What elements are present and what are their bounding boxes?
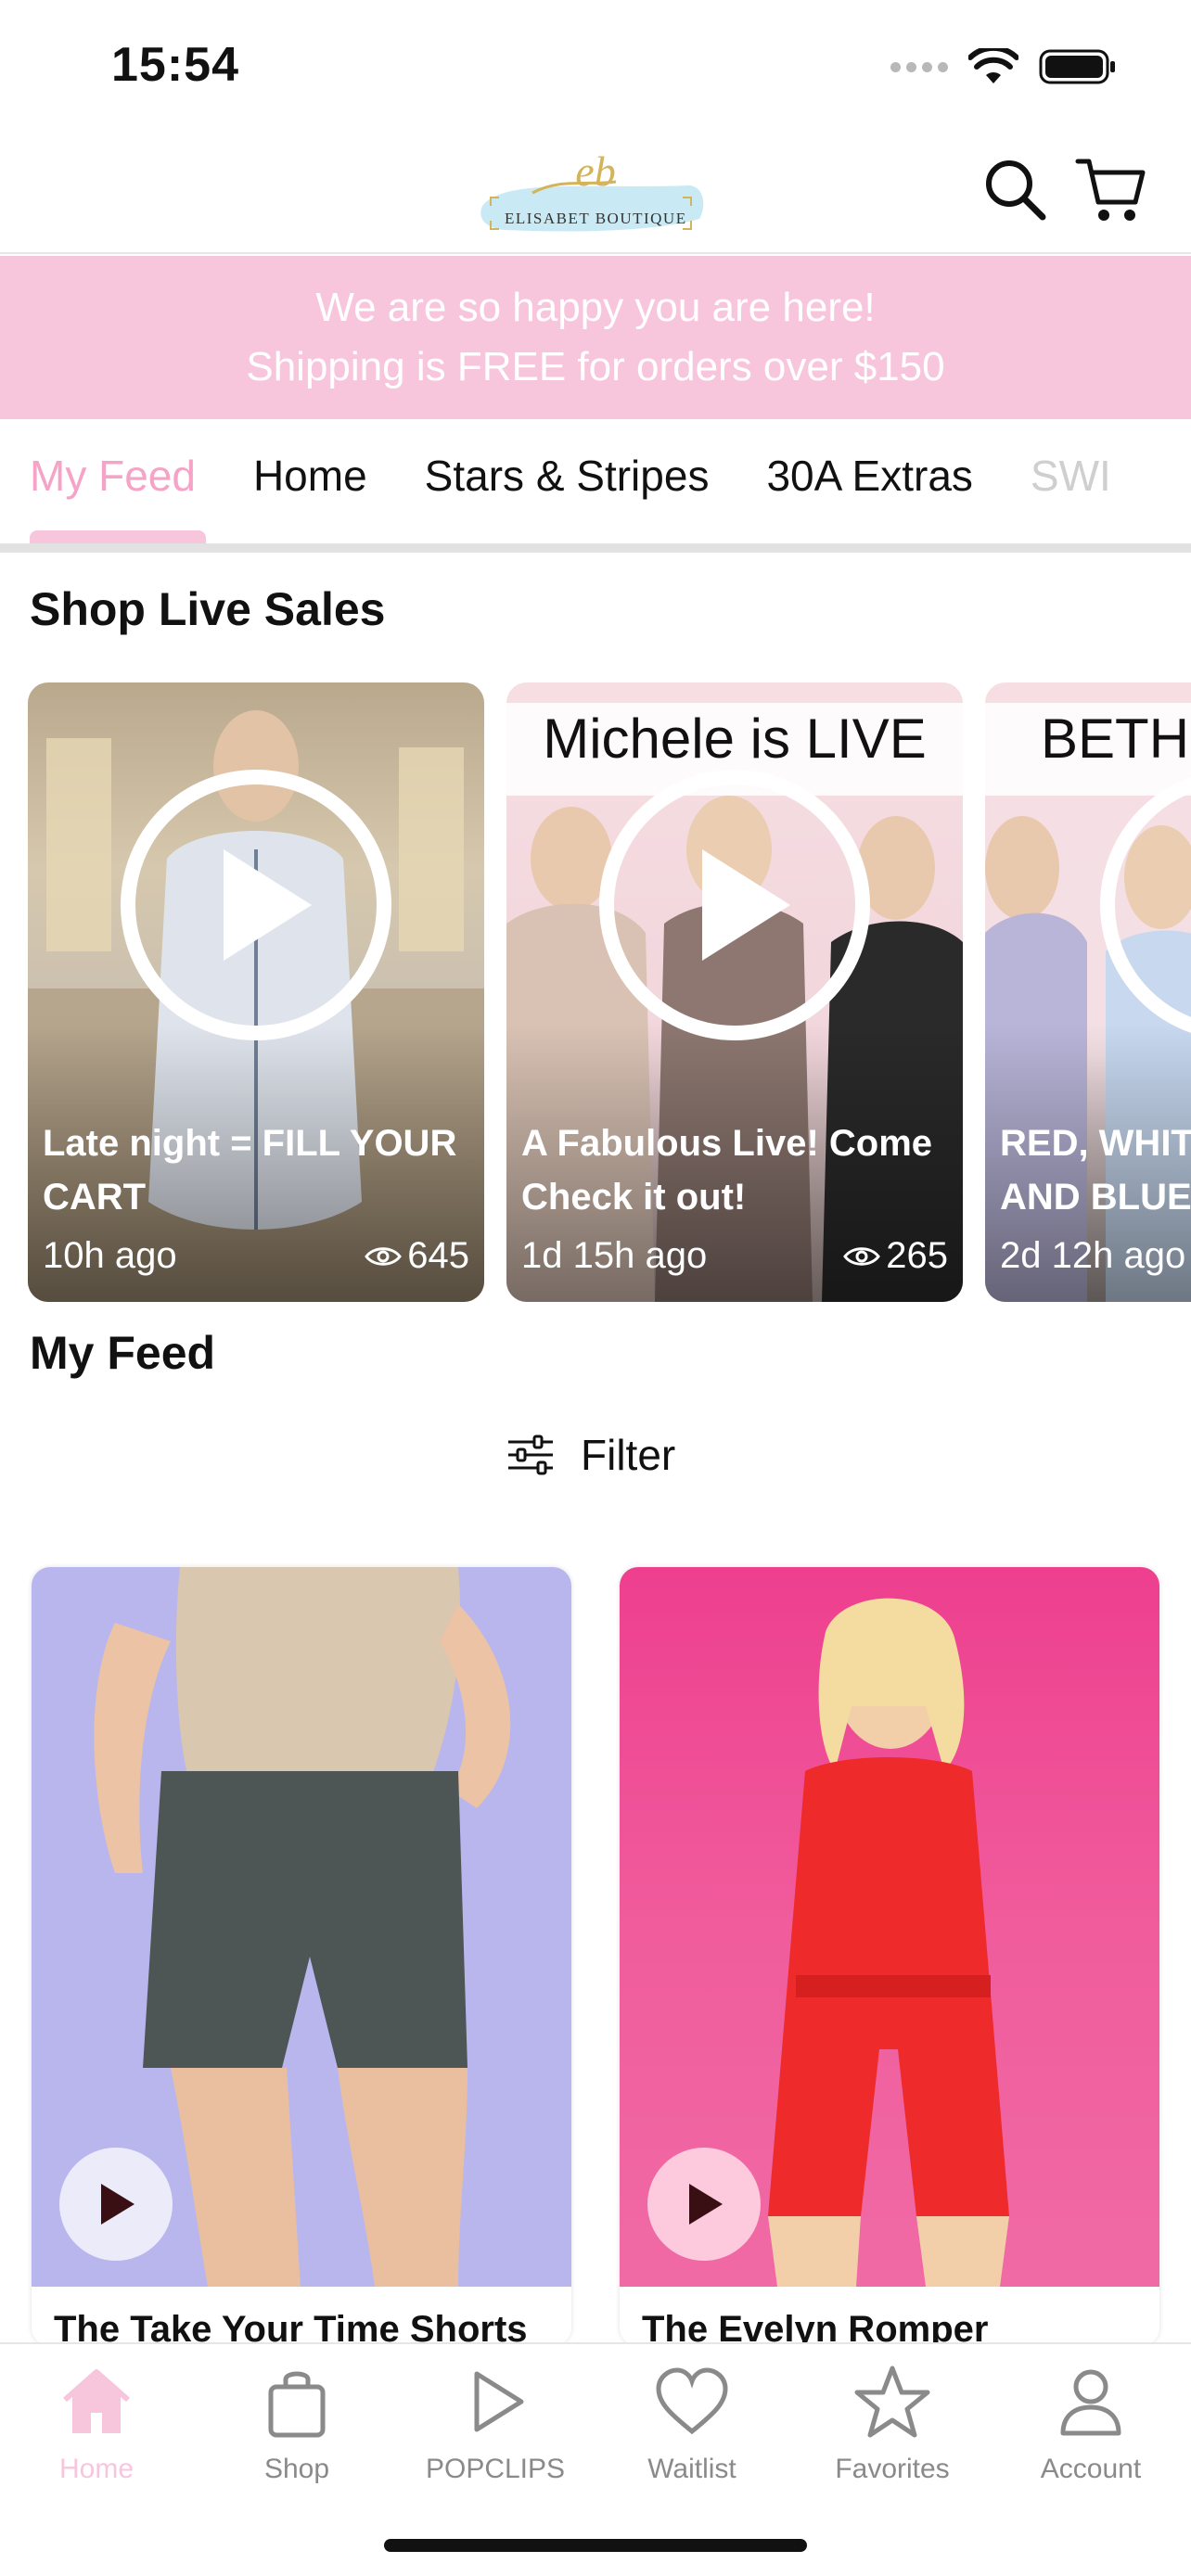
- view-count: 645: [365, 1235, 469, 1277]
- banner-line-2: Shipping is FREE for orders over $150: [246, 344, 945, 389]
- live-sale-caption: A Fabulous Live! Come Check it out!: [521, 1123, 933, 1218]
- signal-icon: [890, 61, 948, 72]
- logo-text: ELISABET BOUTIQUE: [505, 210, 687, 227]
- live-sale-headline: BETH: [1041, 708, 1190, 770]
- status-icons: [890, 48, 1117, 85]
- product-card[interactable]: The Take Your Time Shorts: [32, 1567, 571, 2346]
- nav-account[interactable]: Account: [998, 2363, 1184, 2485]
- feed-title: My Feed: [30, 1327, 216, 1379]
- live-sale-time: 10h ago: [43, 1235, 177, 1276]
- user-icon: [1060, 2369, 1121, 2436]
- live-sale-caption: Late night = FILL YOUR CART: [43, 1123, 457, 1218]
- live-sales-carousel[interactable]: Late night = FILL YOUR CART 10h ago 645 …: [0, 682, 1191, 1302]
- tab-swim[interactable]: SWI: [1031, 451, 1111, 501]
- category-tabs: My Feed Home Stars & Stripes 30A Extras …: [0, 419, 1191, 543]
- brand-logo[interactable]: eb ELISABET BOUTIQUE: [477, 141, 714, 243]
- nav-favorites[interactable]: Favorites: [800, 2363, 985, 2485]
- star-icon: [854, 2366, 930, 2438]
- product-play-button[interactable]: [647, 2148, 761, 2261]
- live-sales-title: Shop Live Sales: [30, 583, 386, 635]
- play-icon: [474, 2371, 524, 2432]
- sliders-icon: [508, 1435, 553, 1475]
- heart-icon: [656, 2367, 728, 2435]
- battery-icon: [1039, 49, 1115, 84]
- live-sale-meta: 2d 12h ago: [1000, 1235, 1191, 1277]
- play-icon: [689, 2184, 723, 2225]
- tab-30a-extras[interactable]: 30A Extras: [766, 451, 972, 501]
- view-count: 265: [843, 1235, 948, 1277]
- status-bar: 15:54: [0, 0, 1191, 130]
- product-name: The Take Your Time Shorts: [54, 2309, 528, 2346]
- shopping-bag-icon: [268, 2371, 326, 2438]
- wifi-icon: [968, 48, 1018, 83]
- live-sale-headline: Michele is LIVE: [543, 708, 927, 770]
- tab-stars-stripes[interactable]: Stars & Stripes: [425, 451, 710, 501]
- tab-my-feed[interactable]: My Feed: [30, 451, 196, 501]
- nav-shop[interactable]: Shop: [204, 2363, 390, 2485]
- nav-waitlist[interactable]: Waitlist: [599, 2363, 785, 2485]
- live-sale-card[interactable]: BETH RED, WHIT AND BLUE 2d 12h ago: [985, 682, 1191, 1302]
- product-play-button[interactable]: [59, 2148, 173, 2261]
- filter-label: Filter: [581, 1431, 676, 1479]
- tab-home[interactable]: Home: [253, 451, 367, 501]
- live-sale-card[interactable]: Michele is LIVE A Fabulous Live! Come Ch…: [506, 682, 963, 1302]
- play-icon[interactable]: [1096, 766, 1191, 1044]
- home-indicator: [384, 2539, 807, 2552]
- product-card[interactable]: The Evelyn Romper: [620, 1567, 1159, 2346]
- search-icon[interactable]: [983, 158, 1048, 223]
- play-icon[interactable]: [596, 766, 874, 1044]
- banner-line-1: We are so happy you are here!: [315, 285, 876, 330]
- live-sale-time: 2d 12h ago: [1000, 1235, 1186, 1276]
- cart-icon[interactable]: [1074, 154, 1148, 224]
- home-icon: [63, 2369, 130, 2433]
- filter-button[interactable]: Filter: [506, 1430, 675, 1480]
- active-tab-indicator: [30, 530, 206, 543]
- product-name: The Evelyn Romper: [642, 2309, 989, 2346]
- live-sale-meta: 1d 15h ago 265: [521, 1235, 948, 1277]
- nav-home[interactable]: Home: [4, 2363, 189, 2485]
- status-time: 15:54: [111, 38, 239, 92]
- live-sale-card[interactable]: Late night = FILL YOUR CART 10h ago 645: [28, 682, 484, 1302]
- live-sale-meta: 10h ago 645: [43, 1235, 469, 1277]
- play-icon: [101, 2184, 134, 2225]
- nav-popclips[interactable]: POPCLIPS: [403, 2363, 588, 2485]
- eye-icon: [843, 1246, 881, 1266]
- app-header: eb ELISABET BOUTIQUE: [0, 130, 1191, 254]
- promo-banner: We are so happy you are here! Shipping i…: [0, 256, 1191, 419]
- play-icon[interactable]: [117, 766, 395, 1044]
- logo-monogram: eb: [575, 147, 615, 195]
- eye-icon: [365, 1246, 403, 1266]
- live-sale-caption: RED, WHIT AND BLUE: [1000, 1123, 1191, 1218]
- live-sale-time: 1d 15h ago: [521, 1235, 708, 1276]
- tabs-divider: [0, 543, 1191, 553]
